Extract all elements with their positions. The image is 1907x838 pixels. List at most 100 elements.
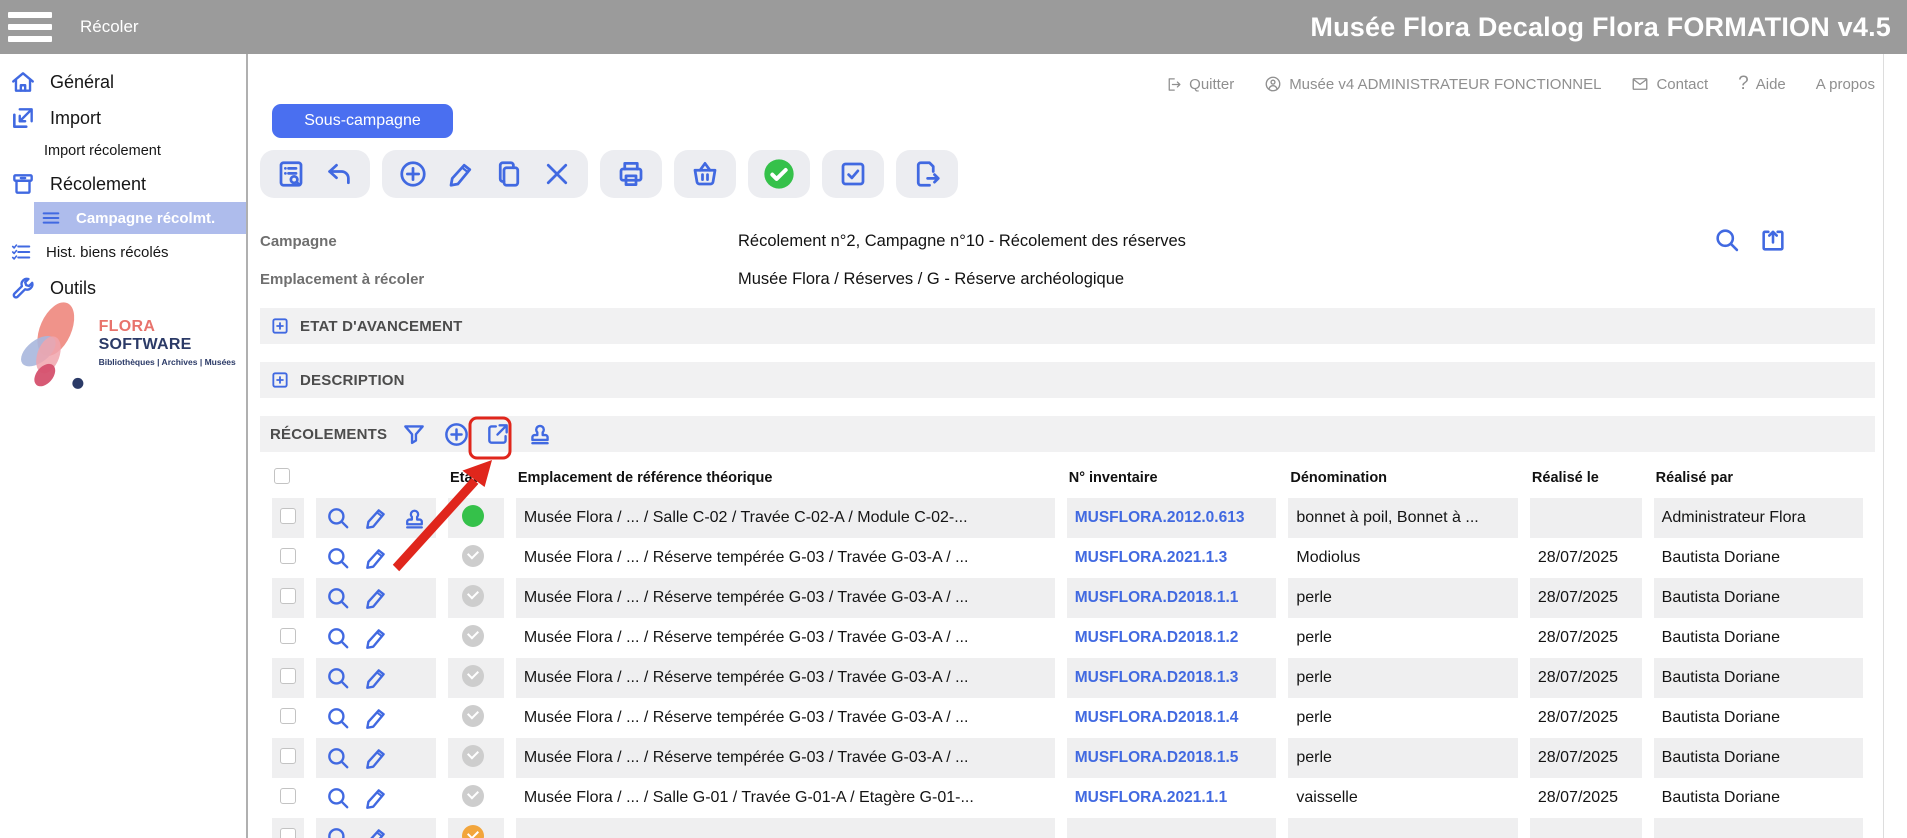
toolbar [260, 150, 1875, 198]
row-view-button[interactable] [324, 584, 352, 612]
table-row[interactable]: Musée Flora / ... / Salle G-01 / Travée … [272, 778, 1863, 818]
table-row[interactable] [272, 818, 1863, 838]
open-record-icon [1759, 226, 1787, 254]
hamburger-menu-icon[interactable] [8, 12, 52, 42]
current-user[interactable]: Musée v4 ADMINISTRATEUR FONCTIONNEL [1264, 75, 1601, 93]
sidebar-item-general[interactable]: Général [0, 64, 246, 100]
inventory-number-link[interactable]: MUSFLORA.D2018.1.5 [1075, 749, 1239, 766]
row-edit-button[interactable] [362, 744, 390, 772]
inventory-number-link[interactable]: MUSFLORA.D2018.1.1 [1075, 589, 1239, 606]
logo-software-text: SOFTWARE [99, 336, 192, 353]
filter-button[interactable] [399, 419, 429, 449]
contact-link[interactable]: Contact [1631, 75, 1708, 93]
help-link[interactable]: ? Aide [1738, 73, 1786, 95]
stamp-button[interactable] [525, 419, 555, 449]
section-etat-avancement[interactable]: ETAT D'AVANCEMENT [260, 308, 1875, 344]
about-link[interactable]: A propos [1816, 76, 1875, 93]
search-icon [325, 785, 351, 811]
expand-plus-icon[interactable] [270, 316, 290, 336]
row-view-button[interactable] [324, 664, 352, 692]
sidebar-item-import[interactable]: Import [0, 100, 246, 136]
field-emplacement: Emplacement à récoler Musée Flora / Rése… [260, 260, 1875, 298]
inventory-number-link[interactable]: MUSFLORA.D2018.1.3 [1075, 669, 1239, 686]
row-checkbox[interactable] [280, 668, 296, 684]
print-button[interactable] [615, 158, 647, 190]
table-row[interactable]: Musée Flora / ... / Réserve tempérée G-0… [272, 738, 1863, 778]
row-view-button[interactable] [324, 784, 352, 812]
inventory-number-link[interactable]: MUSFLORA.2021.1.3 [1075, 549, 1227, 566]
quit-link[interactable]: Quitter [1165, 76, 1234, 93]
select-all-checkbox[interactable] [274, 468, 290, 484]
sidebar-item-recolement[interactable]: Récolement [0, 166, 246, 202]
row-checkbox[interactable] [280, 548, 296, 564]
table-row[interactable]: Musée Flora / ... / Réserve tempérée G-0… [272, 618, 1863, 658]
open-record-button[interactable] [1757, 224, 1789, 256]
basket-button[interactable] [689, 158, 721, 190]
row-edit-button[interactable] [362, 584, 390, 612]
cell-denomination: perle [1288, 738, 1518, 778]
add-circle-icon [443, 421, 470, 448]
sidebar-item-hist-biens-recoles[interactable]: Hist. biens récolés [0, 236, 246, 268]
row-checkbox[interactable] [280, 748, 296, 764]
status-dot [462, 585, 484, 607]
edit-pencil-icon [363, 505, 389, 531]
inventory-number-link[interactable]: MUSFLORA.D2018.1.4 [1075, 709, 1239, 726]
inventory-number-link[interactable]: MUSFLORA.D2018.1.2 [1075, 629, 1239, 646]
table-row[interactable]: Musée Flora / ... / Réserve tempérée G-0… [272, 538, 1863, 578]
delete-button[interactable] [541, 158, 573, 190]
table-row[interactable]: Musée Flora / ... / Réserve tempérée G-0… [272, 698, 1863, 738]
sidebar-item-import-recolement[interactable]: Import récolement [0, 138, 246, 164]
sidebar-item-campagne-recolmt[interactable]: Campagne récolmt. [34, 202, 246, 234]
search-campaign-button[interactable] [1711, 224, 1743, 256]
row-edit-button[interactable] [362, 664, 390, 692]
tab-sous-campagne[interactable]: Sous-campagne [272, 104, 453, 138]
row-view-button[interactable] [324, 624, 352, 652]
top-bar: Récoler Musée Flora Decalog Flora FORMAT… [0, 0, 1907, 54]
row-edit-button[interactable] [362, 704, 390, 732]
section-description[interactable]: DESCRIPTION [260, 362, 1875, 398]
search-icon [1713, 226, 1741, 254]
row-edit-button[interactable] [362, 544, 390, 572]
table-row[interactable]: Musée Flora / ... / Réserve tempérée G-0… [272, 658, 1863, 698]
export-icon [912, 159, 942, 189]
inventory-number-link[interactable]: MUSFLORA.2012.0.613 [1075, 509, 1245, 526]
row-view-button[interactable] [324, 704, 352, 732]
row-edit-button[interactable] [362, 784, 390, 812]
undo-icon [324, 159, 354, 189]
form-search-icon [276, 159, 306, 189]
row-checkbox[interactable] [280, 708, 296, 724]
external-link-button[interactable] [483, 419, 513, 449]
row-checkbox[interactable] [280, 788, 296, 804]
row-checkbox[interactable] [280, 828, 296, 838]
form-search-button[interactable] [275, 158, 307, 190]
status-dot [462, 785, 484, 807]
row-checkbox[interactable] [280, 588, 296, 604]
row-stamp-button[interactable] [400, 504, 428, 532]
row-view-button[interactable] [324, 504, 352, 532]
row-edit-button[interactable] [362, 504, 390, 532]
add-button[interactable] [397, 158, 429, 190]
row-edit-button[interactable] [362, 624, 390, 652]
copy-button[interactable] [493, 158, 525, 190]
row-edit-button[interactable] [362, 824, 390, 838]
row-view-button[interactable] [324, 824, 352, 838]
scrollbar-gutter[interactable] [1883, 54, 1907, 838]
edit-button[interactable] [445, 158, 477, 190]
check-task-button[interactable] [837, 158, 869, 190]
row-checkbox[interactable] [280, 628, 296, 644]
row-checkbox[interactable] [280, 508, 296, 524]
cell-realise-le: 28/07/2025 [1530, 698, 1642, 738]
row-view-button[interactable] [324, 744, 352, 772]
export-button[interactable] [911, 158, 943, 190]
edit-pencil-icon [363, 705, 389, 731]
row-view-button[interactable] [324, 544, 352, 572]
table-row[interactable]: Musée Flora / ... / Réserve tempérée G-0… [272, 578, 1863, 618]
expand-plus-icon[interactable] [270, 370, 290, 390]
inventory-number-link[interactable]: MUSFLORA.2021.1.1 [1075, 789, 1227, 806]
table-row[interactable]: Musée Flora / ... / Salle C-02 / Travée … [272, 498, 1863, 538]
add-recolement-button[interactable] [441, 419, 471, 449]
cell-realise-par: Bautista Doriane [1654, 778, 1863, 818]
cell-realise-le: 28/07/2025 [1530, 618, 1642, 658]
validate-button[interactable] [763, 158, 795, 190]
undo-button[interactable] [323, 158, 355, 190]
